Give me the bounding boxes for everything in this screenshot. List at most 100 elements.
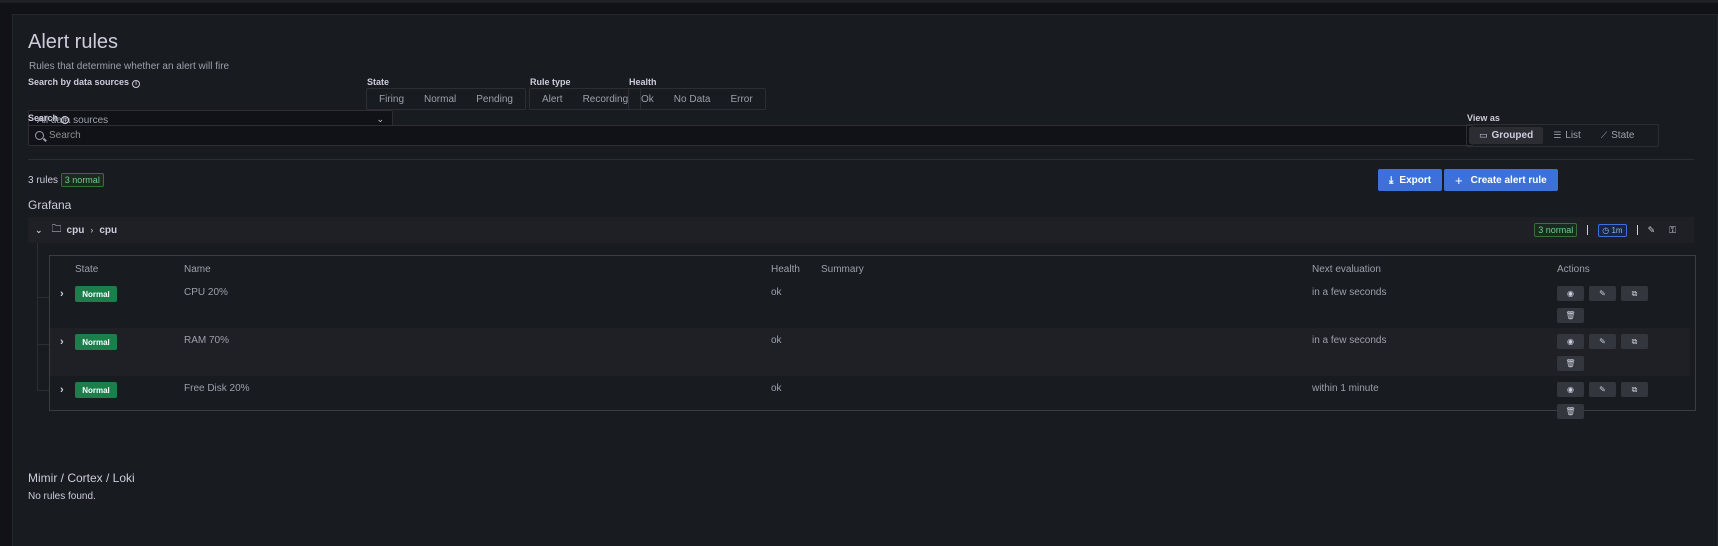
copy-button[interactable]: ⧉	[1621, 286, 1648, 301]
health-option-error[interactable]: Error	[720, 94, 762, 105]
viewas-list-label: List	[1565, 130, 1581, 141]
delete-button[interactable]: 🗑	[1557, 404, 1584, 419]
ruletype-filter-label: Rule type	[530, 77, 571, 87]
copy-button[interactable]: ⧉	[1621, 334, 1648, 349]
rule-next-evaluation: in a few seconds	[1312, 335, 1387, 346]
edit-button[interactable]: ✎	[1589, 334, 1616, 349]
chevron-down-icon[interactable]: ⌄	[35, 225, 43, 236]
divider	[28, 159, 1694, 160]
page-title: Alert rules	[28, 31, 119, 53]
col-state: State	[75, 264, 99, 275]
table-row: › Normal CPU 20% ok in a few seconds ◉ ✎…	[50, 280, 1690, 328]
trash-icon: 🗑	[1565, 407, 1576, 416]
rules-count: 3 rules	[28, 175, 59, 186]
rule-group-row[interactable]: ⌄ 🗀 cpu › cpu 3 normal ◷ 1m ✎ ⚿	[28, 217, 1694, 243]
viewas-list-button[interactable]: ☰ List	[1543, 127, 1591, 144]
copy-icon: ⧉	[1631, 384, 1638, 394]
viewas-state-label: State	[1611, 130, 1635, 141]
viewas-state-button[interactable]: ⟋ State	[1591, 127, 1645, 144]
delete-button[interactable]: 🗑	[1557, 356, 1584, 371]
viewas-grouped-label: Grouped	[1491, 130, 1534, 141]
no-rules-text: No rules found.	[28, 491, 96, 502]
export-button[interactable]: ⤓ Export	[1378, 169, 1443, 191]
rules-table: State Name Health Summary Next evaluatio…	[49, 255, 1696, 419]
viewas-grouped-button[interactable]: ▭ Grouped	[1469, 127, 1544, 144]
datasource-filter-label: Search by data sources i	[28, 77, 141, 88]
expand-icon[interactable]: ›	[60, 288, 64, 300]
view-button[interactable]: ◉	[1557, 334, 1584, 349]
edit-icon: ✎	[1599, 385, 1606, 394]
tree-line	[37, 243, 38, 391]
copy-icon: ⧉	[1631, 336, 1638, 346]
folder-icon: 🗀	[51, 223, 62, 235]
table-row: › Normal RAM 70% ok in a few seconds ◉ ✎…	[50, 328, 1690, 376]
edit-icon: ✎	[1599, 289, 1606, 298]
interval-value: 1m	[1611, 225, 1623, 235]
export-label: Export	[1399, 174, 1432, 186]
edit-button[interactable]: ✎	[1589, 286, 1616, 301]
health-option-ok[interactable]: Ok	[631, 94, 664, 105]
permissions-icon[interactable]: ⚿	[1669, 225, 1676, 236]
col-name: Name	[184, 264, 211, 275]
interval-badge: ◷ 1m	[1598, 223, 1627, 237]
folder-name: cpu	[66, 224, 85, 236]
chevron-right-icon: ›	[90, 225, 94, 235]
col-health: Health	[771, 264, 800, 275]
rule-name: CPU 20%	[184, 287, 228, 298]
info-icon[interactable]: i	[61, 116, 70, 124]
state-badge: Normal	[75, 286, 117, 302]
state-icon: ⟋	[1600, 130, 1608, 140]
rules-summary: 3 rules 3 normal	[28, 173, 104, 187]
search-input[interactable]: Search	[28, 125, 1473, 146]
normal-count-badge: 3 normal	[60, 173, 104, 187]
col-next-evaluation: Next evaluation	[1312, 264, 1381, 275]
state-badge: Normal	[75, 334, 117, 350]
state-option-firing[interactable]: Firing	[369, 94, 414, 105]
group-normal-badge: 3 normal	[1534, 223, 1578, 237]
eye-icon: ◉	[1567, 289, 1574, 298]
separator	[1636, 225, 1638, 235]
separator	[1587, 225, 1589, 235]
expand-icon[interactable]: ›	[60, 336, 64, 348]
table-row: › Normal Free Disk 20% ok within 1 minut…	[50, 376, 1690, 424]
rule-health: ok	[771, 335, 782, 346]
copy-button[interactable]: ⧉	[1621, 382, 1648, 397]
trash-icon: 🗑	[1565, 359, 1576, 368]
health-option-nodata[interactable]: No Data	[664, 94, 721, 105]
mimir-section-title: Mimir / Cortex / Loki	[28, 471, 135, 485]
col-actions: Actions	[1557, 264, 1590, 275]
export-icon: ⤓	[1389, 174, 1394, 186]
ruletype-option-alert[interactable]: Alert	[532, 94, 573, 105]
group-header: ⌄ 🗀 cpu › cpu	[28, 222, 117, 239]
viewas-label: View as	[1467, 113, 1500, 123]
group-meta: 3 normal ◷ 1m ✎ ⚿	[1534, 223, 1676, 237]
eye-icon: ◉	[1567, 385, 1574, 394]
rule-name: Free Disk 20%	[184, 383, 250, 394]
edit-icon: ✎	[1599, 337, 1606, 346]
chevron-down-icon: ⌄	[376, 114, 384, 124]
search-placeholder: Search	[49, 130, 81, 141]
state-filter-label: State	[367, 77, 390, 87]
edit-button[interactable]: ✎	[1589, 382, 1616, 397]
edit-icon[interactable]: ✎	[1648, 225, 1656, 236]
health-filter-label: Health	[629, 77, 657, 87]
health-filter-group: Ok No Data Error	[628, 88, 766, 110]
list-icon: ☰	[1553, 130, 1562, 140]
create-alert-rule-button[interactable]: + Create alert rule	[1444, 169, 1558, 191]
alert-rules-page: Alert rules Rules that determine whether…	[12, 14, 1718, 546]
state-option-normal[interactable]: Normal	[414, 94, 466, 105]
delete-button[interactable]: 🗑	[1557, 308, 1584, 323]
datasource-label-text: Search by data sources	[28, 77, 130, 87]
view-button[interactable]: ◉	[1557, 286, 1584, 301]
info-icon[interactable]: i	[132, 80, 141, 88]
state-badge: Normal	[75, 382, 117, 398]
expand-icon[interactable]: ›	[60, 384, 64, 396]
viewas-group: ▭ Grouped ☰ List ⟋ State	[1466, 124, 1659, 147]
trash-icon: 🗑	[1565, 311, 1576, 320]
view-button[interactable]: ◉	[1557, 382, 1584, 397]
state-option-pending[interactable]: Pending	[466, 94, 523, 105]
plus-icon: +	[1455, 172, 1463, 188]
search-label-text: Search	[28, 113, 59, 123]
eye-icon: ◉	[1567, 337, 1574, 346]
top-bar	[0, 0, 1718, 3]
